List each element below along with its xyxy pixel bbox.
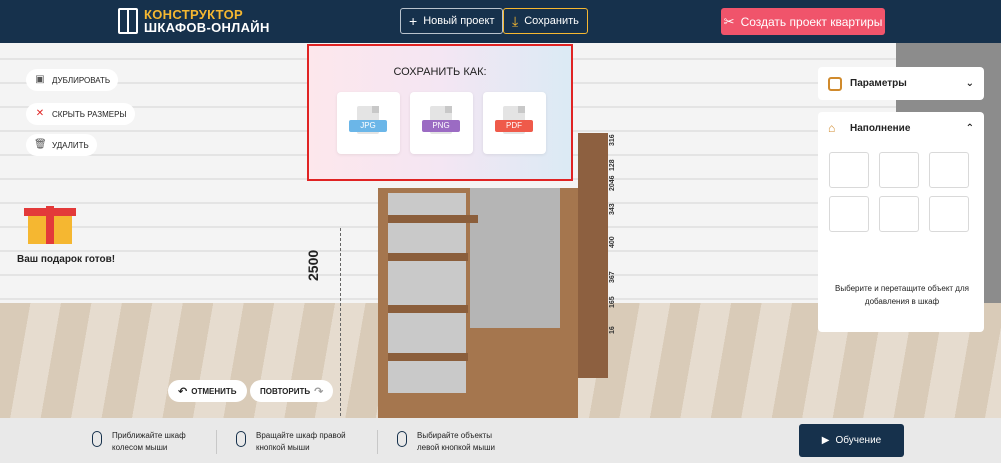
hint-rotate: Вращайте шкаф правой кнопкой мыши xyxy=(236,430,346,454)
shelf[interactable] xyxy=(388,215,478,223)
save-jpg-button[interactable]: JPG xyxy=(337,92,400,154)
duplicate-button[interactable]: ▣ ДУБЛИРОВАТЬ xyxy=(26,69,119,91)
redo-icon: ↷ xyxy=(314,385,324,398)
trash-icon: 🗑 xyxy=(34,139,47,150)
shelf[interactable] xyxy=(388,305,468,313)
logo-line2: ШКАФОВ-ОНЛАЙН xyxy=(144,20,270,35)
copy-icon: ▣ xyxy=(35,74,45,85)
side-panel-tile[interactable] xyxy=(879,152,919,188)
gift-text[interactable]: Ваш подарок готов! xyxy=(17,254,115,265)
create-apartment-button[interactable]: ✂ Создать проект квартиры xyxy=(721,8,885,35)
filling-header[interactable]: ⌂ Наполнение ⌃ xyxy=(818,112,984,144)
ruler-off-icon: ✕ xyxy=(35,108,45,119)
download-icon: ⤓ xyxy=(512,12,519,29)
tools-icon: ✂ xyxy=(723,13,735,29)
shelf[interactable] xyxy=(388,353,468,361)
mouse-icon xyxy=(236,431,246,447)
parameters-panel[interactable]: Параметры ⌄ xyxy=(818,67,984,100)
save-pdf-button[interactable]: PDF xyxy=(483,92,546,154)
hide-sizes-button[interactable]: ✕ СКРЫТЬ РАЗМЕРЫ xyxy=(26,103,135,125)
new-project-button[interactable]: + Новый проект xyxy=(400,8,504,34)
redo-button[interactable]: ПОВТОРИТЬ ↷ xyxy=(250,380,334,402)
parameters-icon xyxy=(828,76,842,91)
shelf-tile[interactable] xyxy=(829,152,869,188)
wardrobe-logo-icon xyxy=(118,8,138,34)
mouse-icon xyxy=(397,431,407,447)
drag-hint: Выберите и перетащите объект для добавле… xyxy=(835,284,969,306)
delete-button[interactable]: 🗑 УДАЛИТЬ xyxy=(26,134,97,156)
top-header: КОНСТРУКТОР ШКАФОВ-ОНЛАЙН + Новый проект… xyxy=(0,0,1001,43)
plus-icon: + xyxy=(409,13,418,29)
bottom-bar: Приближайте шкаф колесом мыши Вращайте ш… xyxy=(0,418,1001,463)
chevron-down-icon[interactable]: ⌄ xyxy=(966,78,974,89)
drawer-tile[interactable] xyxy=(929,152,969,188)
undo-button[interactable]: ↶ ОТМЕНИТЬ xyxy=(168,380,247,402)
save-png-button[interactable]: PNG xyxy=(410,92,473,154)
rod-tile[interactable] xyxy=(829,196,869,232)
hint-select: Выбирайте объекты левой кнопкой мыши xyxy=(397,430,495,454)
gift-icon[interactable] xyxy=(24,196,76,244)
save-as-dialog: СОХРАНИТЬ КАК: JPG PNG PDF xyxy=(307,44,573,181)
hanger-tile[interactable] xyxy=(929,196,969,232)
filling-panel: ⌂ Наполнение ⌃ Выберите и перетащите объ… xyxy=(818,112,984,332)
save-button[interactable]: ⤓ Сохранить xyxy=(503,8,588,34)
learn-button[interactable]: ▶ Обучение xyxy=(799,424,904,457)
shelf[interactable] xyxy=(388,253,468,261)
logo[interactable]: КОНСТРУКТОР ШКАФОВ-ОНЛАЙН xyxy=(118,8,270,34)
mouse-icon xyxy=(92,431,102,447)
chevron-up-icon[interactable]: ⌃ xyxy=(966,123,974,134)
dialog-title: СОХРАНИТЬ КАК: xyxy=(393,66,487,78)
vertical-rod-tile[interactable] xyxy=(879,196,919,232)
play-icon: ▶ xyxy=(821,435,830,446)
hint-zoom: Приближайте шкаф колесом мыши xyxy=(92,430,186,454)
hanger-icon: ⌂ xyxy=(828,121,836,135)
undo-icon: ↶ xyxy=(178,385,188,398)
height-dimension: 2500 xyxy=(305,249,321,281)
